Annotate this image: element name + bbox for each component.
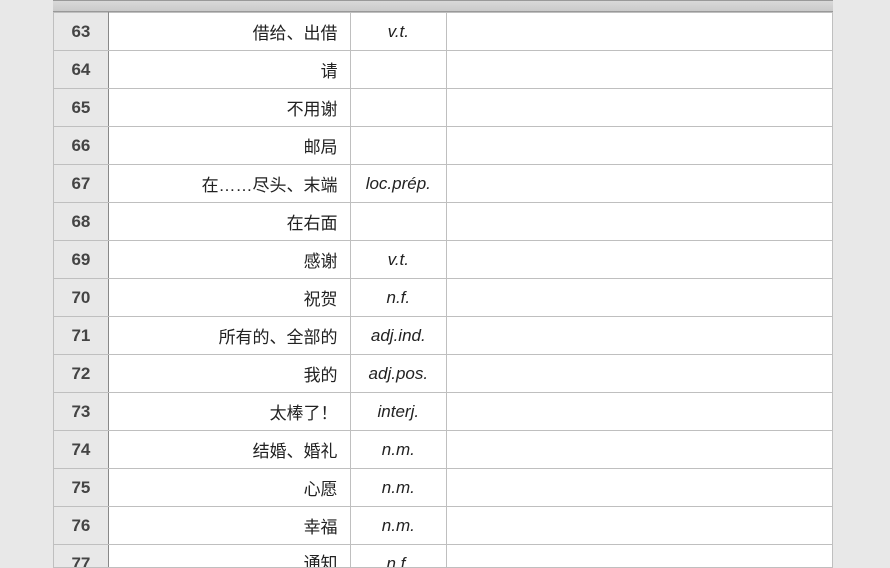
empty-cell[interactable] xyxy=(447,355,833,393)
empty-cell[interactable] xyxy=(447,165,833,203)
spreadsheet-table: 63 借给、出借 v.t. 64 请 65 不用谢 66 邮局 xyxy=(53,0,833,568)
part-of-speech-cell[interactable]: adj.pos. xyxy=(350,355,446,393)
part-of-speech-cell[interactable] xyxy=(350,127,446,165)
empty-cell[interactable] xyxy=(447,317,833,355)
table-row: 63 借给、出借 v.t. xyxy=(54,13,833,51)
row-number-cell[interactable]: 64 xyxy=(54,51,109,89)
table-row: 68 在右面 xyxy=(54,203,833,241)
row-number-cell[interactable]: 75 xyxy=(54,469,109,507)
row-number-cell[interactable]: 66 xyxy=(54,127,109,165)
part-of-speech-cell[interactable] xyxy=(350,89,446,127)
part-of-speech-cell[interactable] xyxy=(350,203,446,241)
empty-cell[interactable] xyxy=(447,89,833,127)
row-number-cell[interactable]: 67 xyxy=(54,165,109,203)
empty-cell[interactable] xyxy=(447,203,833,241)
row-number-cell[interactable]: 69 xyxy=(54,241,109,279)
chinese-cell[interactable]: 在右面 xyxy=(108,203,350,241)
row-number-cell[interactable]: 63 xyxy=(54,13,109,51)
empty-cell[interactable] xyxy=(447,279,833,317)
empty-cell[interactable] xyxy=(447,469,833,507)
chinese-cell[interactable]: 结婚、婚礼 xyxy=(108,431,350,469)
table-row: 70 祝贺 n.f. xyxy=(54,279,833,317)
part-of-speech-cell[interactable] xyxy=(350,51,446,89)
empty-cell[interactable] xyxy=(447,51,833,89)
empty-cell[interactable] xyxy=(447,127,833,165)
row-number-cell[interactable]: 77 xyxy=(54,545,109,568)
row-number-cell[interactable]: 65 xyxy=(54,89,109,127)
chinese-cell[interactable]: 感谢 xyxy=(108,241,350,279)
chinese-cell[interactable]: 请 xyxy=(108,51,350,89)
row-number-cell[interactable]: 74 xyxy=(54,431,109,469)
table-row: 65 不用谢 xyxy=(54,89,833,127)
part-of-speech-cell[interactable]: n.f. xyxy=(350,545,446,568)
empty-cell[interactable] xyxy=(447,545,833,568)
part-of-speech-cell[interactable]: v.t. xyxy=(350,13,446,51)
part-of-speech-cell[interactable]: n.f. xyxy=(350,279,446,317)
empty-cell[interactable] xyxy=(447,241,833,279)
table-row: 73 太棒了！ interj. xyxy=(54,393,833,431)
row-number-cell[interactable]: 71 xyxy=(54,317,109,355)
table-row: 77 通知 n.f. xyxy=(54,545,833,568)
vocab-table: 63 借给、出借 v.t. 64 请 65 不用谢 66 邮局 xyxy=(53,12,833,568)
chinese-cell[interactable]: 在……尽头、末端 xyxy=(108,165,350,203)
part-of-speech-cell[interactable]: n.m. xyxy=(350,469,446,507)
chinese-cell[interactable]: 我的 xyxy=(108,355,350,393)
chinese-cell[interactable]: 太棒了！ xyxy=(108,393,350,431)
part-of-speech-cell[interactable]: adj.ind. xyxy=(350,317,446,355)
table-row: 72 我的 adj.pos. xyxy=(54,355,833,393)
row-number-cell[interactable]: 72 xyxy=(54,355,109,393)
part-of-speech-cell[interactable]: n.m. xyxy=(350,431,446,469)
chinese-cell[interactable]: 不用谢 xyxy=(108,89,350,127)
table-row: 67 在……尽头、末端 loc.prép. xyxy=(54,165,833,203)
row-number-cell[interactable]: 76 xyxy=(54,507,109,545)
part-of-speech-cell[interactable]: v.t. xyxy=(350,241,446,279)
empty-cell[interactable] xyxy=(447,431,833,469)
row-number-cell[interactable]: 70 xyxy=(54,279,109,317)
chinese-cell[interactable]: 通知 xyxy=(108,545,350,568)
part-of-speech-cell[interactable]: n.m. xyxy=(350,507,446,545)
empty-cell[interactable] xyxy=(447,13,833,51)
chinese-cell[interactable]: 邮局 xyxy=(108,127,350,165)
column-header-bar[interactable] xyxy=(53,0,833,12)
table-row: 76 幸福 n.m. xyxy=(54,507,833,545)
chinese-cell[interactable]: 祝贺 xyxy=(108,279,350,317)
chinese-cell[interactable]: 幸福 xyxy=(108,507,350,545)
chinese-cell[interactable]: 心愿 xyxy=(108,469,350,507)
part-of-speech-cell[interactable]: loc.prép. xyxy=(350,165,446,203)
row-number-cell[interactable]: 68 xyxy=(54,203,109,241)
chinese-cell[interactable]: 借给、出借 xyxy=(108,13,350,51)
table-row: 75 心愿 n.m. xyxy=(54,469,833,507)
empty-cell[interactable] xyxy=(447,507,833,545)
table-row: 64 请 xyxy=(54,51,833,89)
chinese-cell[interactable]: 所有的、全部的 xyxy=(108,317,350,355)
table-row: 66 邮局 xyxy=(54,127,833,165)
table-row: 71 所有的、全部的 adj.ind. xyxy=(54,317,833,355)
empty-cell[interactable] xyxy=(447,393,833,431)
row-number-cell[interactable]: 73 xyxy=(54,393,109,431)
table-row: 69 感谢 v.t. xyxy=(54,241,833,279)
part-of-speech-cell[interactable]: interj. xyxy=(350,393,446,431)
table-row: 74 结婚、婚礼 n.m. xyxy=(54,431,833,469)
